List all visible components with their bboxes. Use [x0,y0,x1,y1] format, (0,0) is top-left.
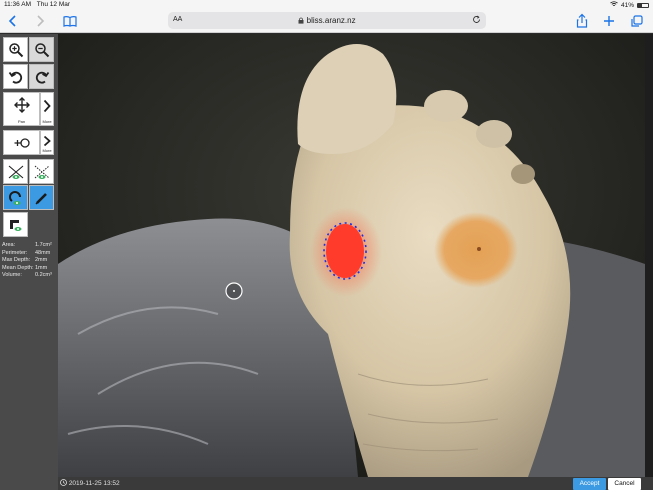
measurement-row: Mean Depth: 1mm [2,265,58,273]
browser-toolbar: AA bliss.aranz.nz [0,9,653,33]
region-tool-button[interactable] [3,185,28,210]
back-icon[interactable] [4,12,22,30]
lock-icon [298,17,304,24]
marker-point-icon [14,138,30,148]
tool-panel: Pan More More Area: 1.7cm² Perimeter: 48… [0,34,58,490]
measurement-value: 48mm [35,249,51,256]
redo-button[interactable] [29,64,54,89]
battery-percent: 41% [620,1,634,9]
status-date: Thu 12 Mar [36,1,71,8]
zoom-in-icon [8,43,23,58]
more-button-2[interactable]: More [40,130,54,155]
forward-icon[interactable] [31,12,49,30]
measurement-label: Area: [2,242,16,248]
tabs-overview-icon[interactable] [628,12,646,30]
chevron-right-icon [43,135,51,147]
measurement-row: Volume: 0.2cm³ [2,272,58,280]
hide-points-button[interactable] [29,159,54,184]
measurement-row: Max Depth: 2mm [2,257,58,265]
ruler-icon [9,220,21,231]
wifi-icon [610,1,618,9]
address-bar[interactable]: AA bliss.aranz.nz [168,12,486,29]
measurement-value: 0.2cm³ [35,272,52,279]
url-text: bliss.aranz.nz [306,16,356,25]
zoom-out-icon [34,43,49,58]
pan-label: Pan [17,119,26,124]
more-label: More [42,148,52,153]
measurement-row: Area: 1.7cm² [2,242,58,250]
points-visibility-icon [34,165,49,179]
region-icon [8,191,21,205]
ruler-tool-button[interactable] [3,212,28,237]
reload-icon[interactable] [472,15,481,26]
bottom-bar: 2019-11-25 13:52 Accept Cancel [58,477,653,490]
measurement-value: 1.7cm² [35,242,52,248]
pencil-icon [35,193,47,205]
status-time: 11:36 AM [4,1,31,8]
scroll-gutter [645,34,653,477]
undo-button[interactable] [3,64,28,89]
wound-photo [58,34,645,477]
share-icon[interactable] [573,12,591,30]
zoom-in-button[interactable] [3,37,28,62]
battery-icon [637,2,649,8]
measurement-value: 1mm [35,264,48,271]
zoom-out-button[interactable] [29,37,54,62]
measurement-label: Volume: [2,272,22,279]
undo-icon [8,71,22,84]
measurement-label: Perimeter: [2,249,28,256]
hide-outline-button[interactable] [3,159,28,184]
clock-icon [60,479,67,486]
more-button-1[interactable]: More [40,92,54,126]
bookmarks-icon[interactable] [61,12,79,30]
app-root: 11:36 AM Thu 12 Mar 41% AA bliss.aranz.n… [0,0,653,490]
measurement-value: 2mm [35,257,48,264]
pan-button[interactable]: Pan [3,92,40,126]
photo-timestamp: 2019-11-25 13:52 [68,480,120,487]
new-tab-icon[interactable] [600,12,618,30]
cancel-button[interactable]: Cancel [608,478,641,490]
measurements-panel: Area: 1.7cm² Perimeter: 48mm Max Depth: … [2,242,58,280]
more-label: More [42,119,52,124]
redo-icon [35,71,49,84]
status-bar: 11:36 AM Thu 12 Mar 41% [0,0,653,9]
marker-tool-button[interactable] [3,130,40,155]
accept-button[interactable]: Accept [573,478,606,490]
chevron-right-icon [43,99,51,113]
draw-tool-button[interactable] [29,185,54,210]
measurement-label: Mean Depth: [2,264,34,271]
image-canvas[interactable] [58,34,645,477]
outline-visibility-icon [8,165,23,179]
measurement-label: Max Depth: [2,257,31,264]
measurement-row: Perimeter: 48mm [2,250,58,258]
move-arrows-icon [13,97,30,113]
